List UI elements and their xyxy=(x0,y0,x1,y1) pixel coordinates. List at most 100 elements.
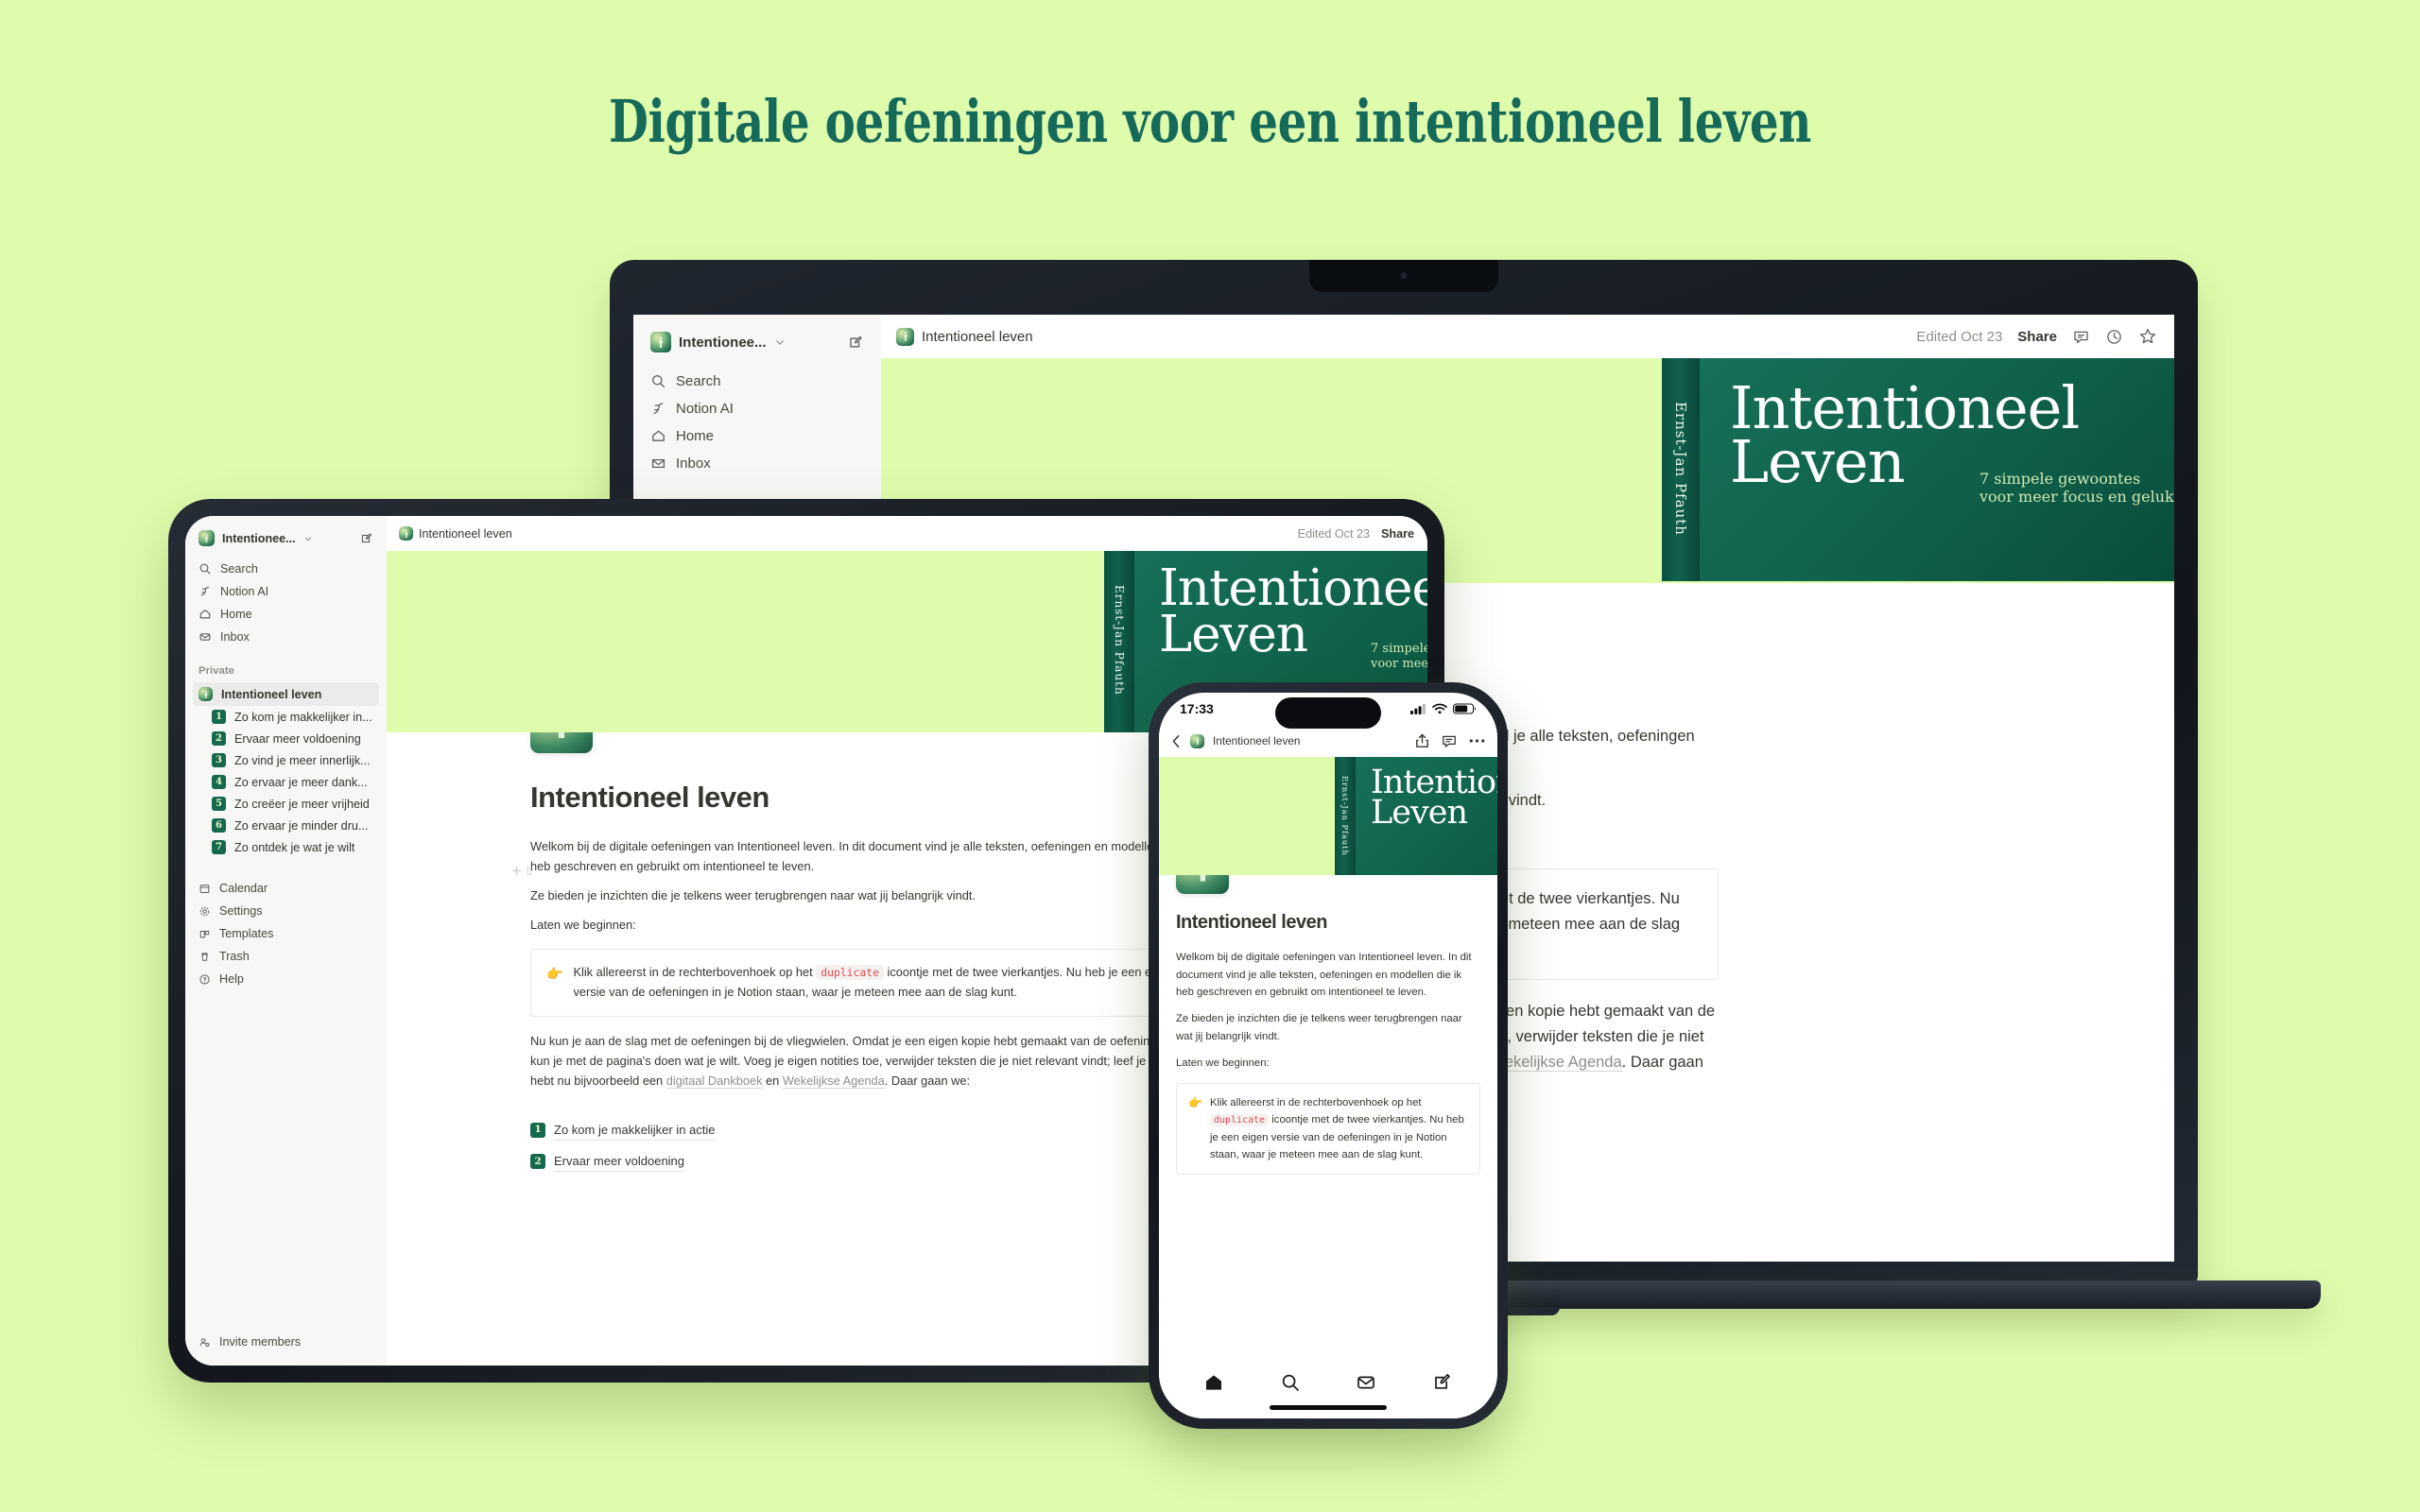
paragraph-1: Welkom bij de digitale oefeningen van In… xyxy=(1176,952,1472,998)
callout-block: 👉 Klik allereerst in de rechterbovenhoek… xyxy=(530,948,1192,1017)
battery-icon xyxy=(1453,703,1477,714)
document-title: Intentioneel leven xyxy=(1176,912,1327,933)
inbox-icon[interactable] xyxy=(1356,1372,1376,1393)
workspace-name: Intentionee... xyxy=(679,334,767,351)
sidebar-subpage-2[interactable]: 2 Ervaar meer voldoening xyxy=(206,728,379,749)
sidebar-item-inbox[interactable]: Inbox xyxy=(643,450,872,477)
compose-icon[interactable] xyxy=(360,532,373,545)
compose-icon[interactable] xyxy=(848,335,864,351)
paragraph-2: Ze bieden je inzichten die je telkens we… xyxy=(1176,1013,1462,1042)
topbar-actions: Edited Oct 23 Share xyxy=(1916,327,2157,346)
number-badge: 4 xyxy=(212,775,226,789)
calendar-icon xyxy=(199,883,211,895)
sidebar-subpage-5[interactable]: 5 Zo creëer je meer vrijheid xyxy=(206,793,379,815)
sidebar-item-search[interactable]: Search xyxy=(643,368,872,395)
book-author: Ernst-Jan Pfauth xyxy=(1113,584,1126,696)
book-subtitle-line1: 7 simpele gewoontes xyxy=(1979,470,2141,488)
sidebar-item-label: Calendar xyxy=(219,882,268,895)
sidebar-subpage-7[interactable]: 7 Zo ontdek je wat je wilt xyxy=(206,836,379,858)
paragraph-1: Welkom bij de digitale oefeningen van In… xyxy=(530,838,1192,873)
breadcrumb[interactable]: Intentioneel leven xyxy=(896,327,1033,346)
phone-breadcrumb-label: Intentioneel leven xyxy=(1213,734,1301,747)
home-icon[interactable] xyxy=(1203,1372,1224,1393)
page-icon-small xyxy=(199,687,213,701)
sidebar-item-notion-ai[interactable]: Notion AI xyxy=(643,395,872,422)
phone-body: 17:33 Intentioneel leven Ernst-Jan Pfaut… xyxy=(1149,682,1508,1429)
block-handles[interactable] xyxy=(511,866,533,876)
breadcrumb-label: Intentioneel leven xyxy=(419,526,512,541)
number-badge: 1 xyxy=(212,710,226,724)
page-icon-small xyxy=(896,327,914,346)
sidebar-item-label: Trash xyxy=(219,950,250,963)
trash-icon xyxy=(199,951,211,963)
status-time: 17:33 xyxy=(1180,701,1214,716)
home-icon xyxy=(650,428,666,444)
number-badge: 7 xyxy=(212,840,226,854)
add-user-icon xyxy=(199,1336,211,1349)
sidebar-item-label: Notion AI xyxy=(676,401,734,417)
comment-icon[interactable] xyxy=(1442,734,1457,748)
sidebar-item-label: Zo ervaar je minder dru... xyxy=(234,818,369,833)
sidebar-item-notion-ai[interactable]: Notion AI xyxy=(193,580,379,603)
inbox-icon xyxy=(650,455,666,472)
page-emoji-icon[interactable] xyxy=(1176,875,1229,894)
sidebar-item-trash[interactable]: Trash xyxy=(193,945,379,968)
wifi-icon xyxy=(1432,703,1447,714)
number-badge: 2 xyxy=(530,1154,545,1170)
sidebar-bottom-nav: Calendar Settings Templates Trash Help xyxy=(193,858,379,990)
status-indicators xyxy=(1410,703,1477,714)
share-icon[interactable] xyxy=(1415,733,1429,748)
sidebar-subpage-6[interactable]: 6 Zo ervaar je minder dru... xyxy=(206,815,379,836)
link-wekelijkse-agenda[interactable]: Wekelijkse Agenda xyxy=(782,1073,885,1089)
sidebar-item-label: Inbox xyxy=(220,630,250,644)
link-wekelijkse-agenda[interactable]: Wekelijkse Agenda xyxy=(1490,1053,1622,1072)
more-icon[interactable] xyxy=(1469,738,1485,744)
help-icon xyxy=(199,973,211,986)
book-front-cover: Intentioneel Leven 7 simpele gewoontes v… xyxy=(1356,757,1497,875)
sidebar-item-templates[interactable]: Templates xyxy=(193,922,379,945)
sidebar-subpage-4[interactable]: 4 Zo ervaar je meer dank... xyxy=(206,771,379,793)
sidebar-item-home[interactable]: Home xyxy=(643,422,872,450)
sidebar-item-intentioneel-leven[interactable]: Intentioneel leven xyxy=(193,682,379,706)
sidebar-subpage-3[interactable]: 3 Zo vind je meer innerlijk... xyxy=(206,749,379,771)
callout-text: Klik allereerst in de rechterbovenhoek o… xyxy=(1209,1094,1468,1163)
sidebar-item-search[interactable]: Search xyxy=(193,558,379,580)
sidebar-subpage-1[interactable]: 1 Zo kom je makkelijker in... xyxy=(206,706,379,728)
pointing-hand-icon: 👉 xyxy=(546,965,563,981)
edited-timestamp: Edited Oct 23 xyxy=(1297,526,1370,541)
workspace-icon xyxy=(650,332,671,352)
book-mockup: Ernst-Jan Pfauth Intentioneel Leven 7 si… xyxy=(1335,757,1497,875)
share-button[interactable]: Share xyxy=(1381,527,1414,541)
sidebar-item-home[interactable]: Home xyxy=(193,603,379,626)
link-dankboek[interactable]: digitaal Dankboek xyxy=(666,1073,763,1089)
page-icon-small xyxy=(1190,733,1204,748)
sidebar-item-label: Zo kom je makkelijker in... xyxy=(234,710,372,724)
search-icon[interactable] xyxy=(1280,1372,1301,1393)
book-front-cover: Intentioneel Leven 7 simpele gewoontes v… xyxy=(1700,358,2174,581)
back-icon[interactable] xyxy=(1171,734,1182,748)
workspace-switcher[interactable]: Intentionee... xyxy=(643,328,872,368)
breadcrumb[interactable]: Intentioneel leven xyxy=(399,526,512,541)
comment-icon[interactable] xyxy=(2072,328,2090,346)
sidebar-item-help[interactable]: Help xyxy=(193,968,379,990)
gear-icon xyxy=(199,905,211,918)
share-button[interactable]: Share xyxy=(2017,329,2057,345)
cellular-signal-icon xyxy=(1410,703,1426,714)
sidebar-item-calendar[interactable]: Calendar xyxy=(193,877,379,900)
chevron-down-icon[interactable] xyxy=(303,534,313,543)
laptop-notch xyxy=(1309,260,1498,292)
camera-icon xyxy=(1400,272,1408,279)
sidebar-item-inbox[interactable]: Inbox xyxy=(193,626,379,648)
book-subtitle-line1: 7 simpele gewoontes xyxy=(1371,642,1427,656)
workspace-switcher[interactable]: Intentionee... xyxy=(193,527,379,558)
book-subtitle-line2: voor meer focus en geluk xyxy=(1979,488,2174,507)
chevron-down-icon[interactable] xyxy=(774,336,786,348)
sidebar-item-settings[interactable]: Settings xyxy=(193,900,379,922)
star-icon[interactable] xyxy=(2138,327,2157,346)
sidebar-item-label: Zo ontdek je wat je wilt xyxy=(234,840,355,854)
page-emoji-icon[interactable] xyxy=(530,732,593,753)
compose-icon[interactable] xyxy=(1432,1372,1453,1393)
history-icon[interactable] xyxy=(2105,328,2123,346)
number-badge: 1 xyxy=(530,1122,545,1138)
invite-members-button[interactable]: Invite members xyxy=(193,1326,379,1366)
